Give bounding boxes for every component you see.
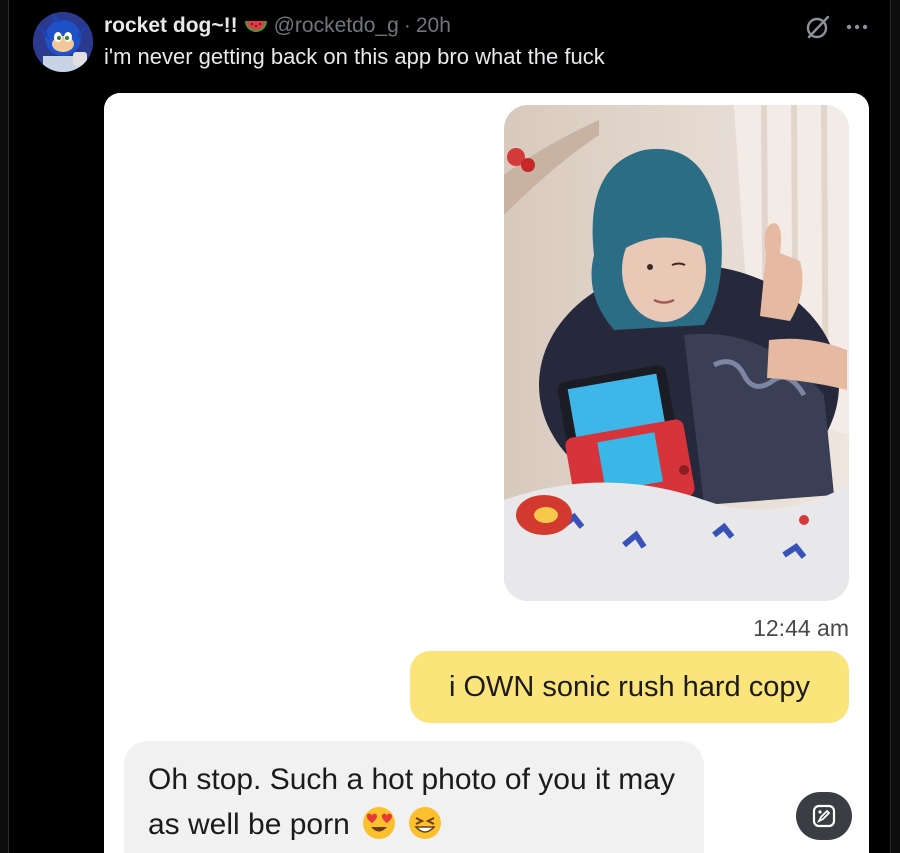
avatar[interactable] [33, 12, 93, 72]
user-handle[interactable]: @rocketdo_g [274, 14, 399, 38]
outgoing-message-text: i OWN sonic rush hard copy [448, 670, 810, 703]
edit-image-icon [812, 804, 836, 828]
tweet-screen: rocket dog~!! @rocketdo_g · 20h i'm neve… [0, 0, 900, 853]
edit-image-button[interactable] [796, 792, 852, 840]
separator-dot: · [403, 14, 411, 37]
attached-image[interactable]: 12:44 am i OWN sonic rush hard copy Oh s… [104, 93, 869, 853]
heart-eyes-emoji-icon [363, 807, 396, 839]
message-timestamp: 12:44 am [753, 615, 849, 641]
grinning-squint-emoji-icon [409, 807, 442, 839]
sonic-avatar-icon [33, 12, 93, 72]
display-name[interactable]: rocket dog~!! [104, 14, 238, 38]
left-border [0, 0, 9, 853]
incoming-message-bubble: Oh stop. Such a hot photo of you it may … [124, 741, 704, 853]
outgoing-message-bubble: i OWN sonic rush hard copy [410, 651, 849, 723]
incoming-message-text: Oh stop. Such a hot photo of you it may … [148, 757, 688, 847]
photo-illustration [504, 105, 849, 601]
tweet-text: i'm never getting back on this app bro w… [104, 44, 605, 69]
grok-icon[interactable] [805, 14, 831, 40]
post-time[interactable]: 20h [416, 14, 451, 38]
chat-photo[interactable] [504, 105, 849, 601]
tweet-header: rocket dog~!! @rocketdo_g · 20h [104, 11, 451, 41]
right-border [890, 0, 900, 853]
more-icon[interactable] [844, 17, 870, 37]
watermelon-icon [244, 21, 267, 32]
